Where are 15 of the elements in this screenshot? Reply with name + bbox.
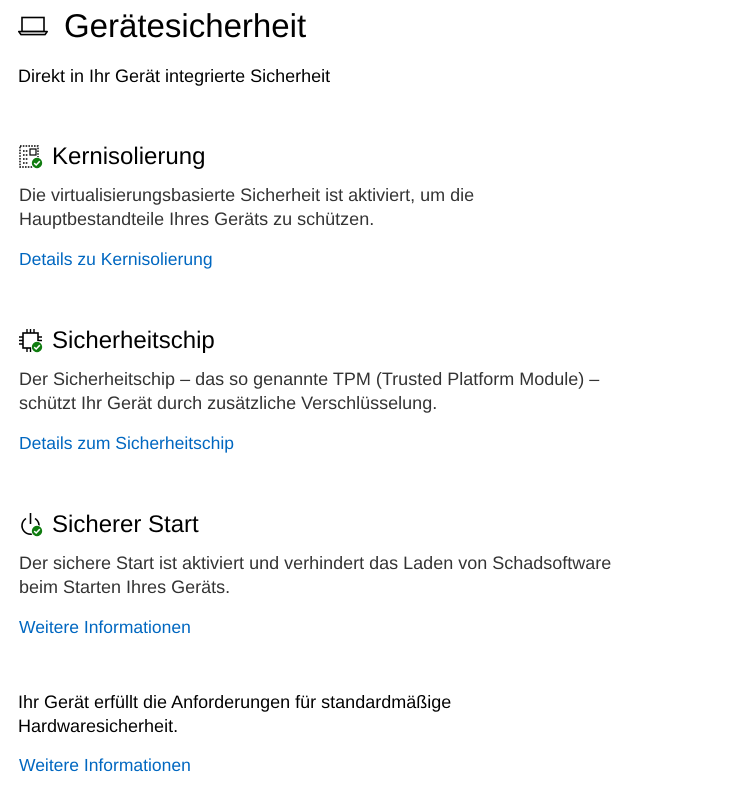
page-title: Gerätesicherheit	[64, 6, 306, 46]
section-title: Sicherheitschip	[52, 326, 215, 356]
chip-icon	[18, 328, 43, 353]
page-subtitle: Direkt in Ihr Gerät integrierte Sicherheit	[18, 65, 332, 88]
laptop-icon	[18, 16, 48, 36]
section-description: Der Sicherheitschip – das so genannte TPM (Trusted Platform Module) – schützt Ihr Gerät durch zusätzliche Verschlüsselung.	[19, 368, 600, 415]
summary-text: Ihr Gerät erfüllt die Anforderungen für standardmäßige Hardwaresicherheit.	[18, 691, 452, 738]
more-info-link[interactable]: Weitere Informationen	[19, 753, 191, 777]
section-title: Kernisolierung	[52, 142, 206, 172]
details-link[interactable]: Details zu Kernisolierung	[19, 247, 213, 271]
details-link[interactable]: Weitere Informationen	[19, 615, 191, 639]
details-link[interactable]: Details zum Sicherheitschip	[19, 431, 234, 455]
section-title: Sicherer Start	[52, 510, 199, 540]
section-description: Der sichere Start ist aktiviert und verhindert das Laden von Schadsoftware beim Starten Ihres Geräts.	[19, 552, 612, 599]
section-description: Die virtualisierungsbasierte Sicherheit ist aktiviert, um die Hauptbestandteile Ihres Geräts zu schützen.	[19, 184, 476, 231]
